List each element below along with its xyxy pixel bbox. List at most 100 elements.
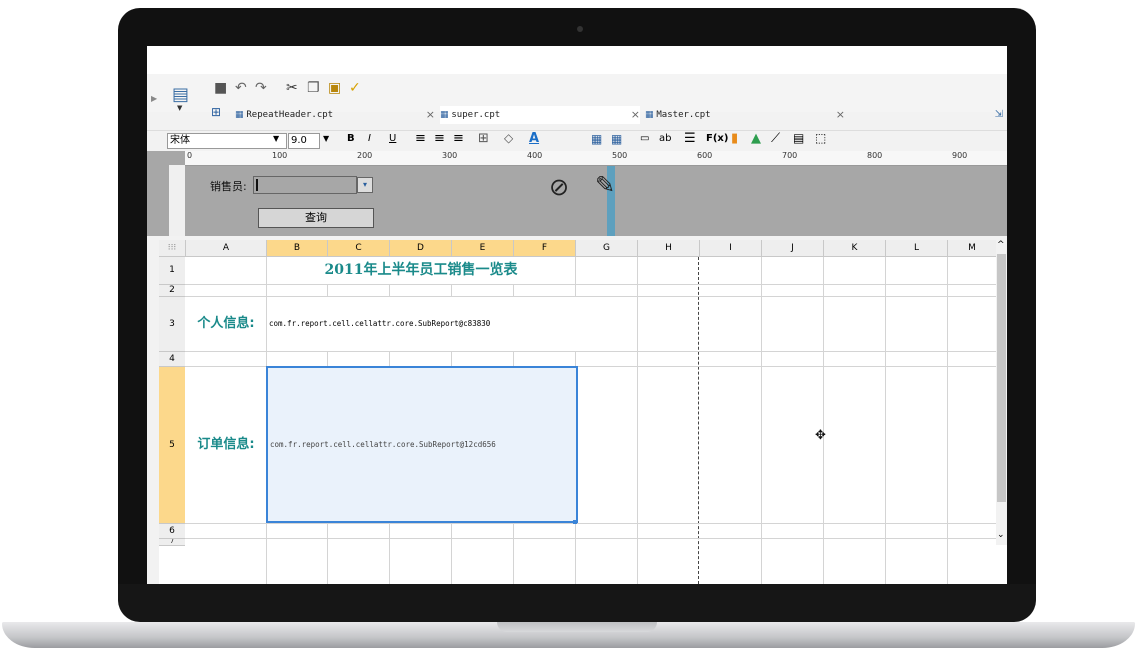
column-header-h[interactable]: H (638, 240, 700, 257)
format-toolbar: 宋体 ▼ 9.0 ▼ B I U ≡ ≡ ≡ ⊞ ◇ A ▦ ▦ ▭ ab ☰ … (147, 130, 1007, 152)
font-size-select[interactable]: 9.0 (288, 133, 320, 149)
italic-button[interactable]: I (368, 133, 371, 144)
screen: ▶ ▤ ▼ ■ ↶ ↷ ✂ ❐ ▣ ✓ ⊞ ▦ RepeatHeader.cpt… (147, 46, 1007, 584)
save-icon[interactable]: ■ (214, 80, 227, 96)
bold-button[interactable]: B (347, 133, 355, 144)
row-header-5[interactable]: 5 (159, 367, 185, 524)
grid-line (185, 351, 996, 352)
crosshair-cursor-icon: ✥ (815, 428, 826, 443)
insert-formula-icon[interactable]: F(x) (706, 133, 728, 144)
paste-icon[interactable]: ▣ (328, 80, 341, 96)
align-right-icon[interactable]: ≡ (453, 131, 464, 146)
insert-subreport-icon[interactable]: ▤ (793, 131, 804, 145)
column-header-k[interactable]: K (824, 240, 886, 257)
font-dropdown-icon[interactable]: ▼ (273, 134, 279, 143)
font-name-select[interactable]: 宋体 (167, 133, 287, 149)
ruler-mark: 800 (867, 151, 883, 160)
order-subreport-cell-selected[interactable]: com.fr.report.cell.cellattr.core.SubRepo… (266, 366, 578, 523)
size-dropdown-icon[interactable]: ▼ (323, 134, 329, 143)
column-header-f[interactable]: F (514, 240, 576, 257)
scroll-down-icon[interactable]: ⌄ (997, 530, 1005, 540)
merge-cells-icon[interactable]: ▦ (591, 132, 602, 146)
cut-icon[interactable]: ✂ (286, 80, 298, 96)
grid-line (885, 257, 886, 584)
row-header-3[interactable]: 3 (159, 297, 185, 352)
column-header-j[interactable]: J (762, 240, 824, 257)
close-tab-icon[interactable]: × (426, 106, 435, 124)
ruler-mark: 200 (357, 151, 373, 160)
preview-icon[interactable]: ▤ (172, 84, 189, 105)
column-header-m[interactable]: M (948, 240, 997, 257)
salesperson-input[interactable] (253, 176, 357, 194)
report-grid[interactable]: ⁝⁝⁝ A B C D E F G H I J K L M 1 2 3 4 5 … (159, 240, 1007, 584)
insert-slash-icon[interactable]: ⟋ (771, 131, 780, 146)
column-header-l[interactable]: L (886, 240, 948, 257)
column-header-c[interactable]: C (328, 240, 390, 257)
insert-richtext-icon[interactable]: ☰ (684, 131, 696, 146)
ruler-mark: 900 (952, 151, 968, 160)
tab-repeatheader[interactable]: ▦ RepeatHeader.cpt × (235, 106, 435, 124)
ruler-mark: 600 (697, 151, 713, 160)
report-file-icon: ▦ (645, 110, 654, 120)
border-icon[interactable]: ⊞ (478, 131, 489, 146)
align-left-icon[interactable]: ≡ (415, 131, 426, 146)
column-header-e[interactable]: E (452, 240, 514, 257)
salesperson-dropdown-button[interactable]: ▾ (357, 177, 373, 193)
grid-line (761, 257, 762, 584)
font-color-icon[interactable]: A (529, 131, 539, 146)
close-tab-icon[interactable]: × (631, 106, 640, 124)
designer-app: ▶ ▤ ▼ ■ ↶ ↷ ✂ ❐ ▣ ✓ ⊞ ▦ RepeatHeader.cpt… (147, 74, 1007, 584)
insert-other-icon[interactable]: ⬚ (815, 131, 826, 145)
align-center-icon[interactable]: ≡ (434, 131, 445, 146)
select-all-corner[interactable]: ⁝⁝⁝ (159, 240, 186, 257)
column-header-d[interactable]: D (390, 240, 452, 257)
insert-image-icon[interactable]: ▲ (751, 131, 761, 146)
undo-icon[interactable]: ↶ (235, 80, 247, 96)
insert-chart-icon[interactable]: ▮ (731, 131, 738, 146)
insert-text-icon[interactable]: ▭ (640, 133, 649, 144)
row-header-4[interactable]: 4 (159, 352, 185, 367)
row-header-2[interactable]: 2 (159, 285, 185, 297)
page-break-line (698, 257, 699, 584)
row-header-1[interactable]: 1 (159, 257, 185, 285)
hidden-eye-icon[interactable]: ⊘ (549, 173, 569, 201)
order-info-label[interactable]: 订单信息: (186, 367, 266, 523)
fill-color-icon[interactable]: ◇ (504, 131, 513, 145)
scroll-up-icon[interactable]: ^ (997, 240, 1005, 250)
report-title-cell[interactable]: 2011年上半年员工销售一览表 (267, 257, 575, 284)
grid-line (637, 257, 638, 584)
tab-master[interactable]: ▦ Master.cpt × (645, 106, 845, 124)
scrollbar-thumb[interactable] (997, 254, 1006, 502)
row-header-7[interactable]: 7 (159, 539, 185, 546)
column-header-a[interactable]: A (186, 240, 267, 257)
underline-button[interactable]: U (389, 133, 396, 144)
insert-formula-text-icon[interactable]: ab (659, 133, 671, 144)
edit-pencil-icon[interactable]: ✎ (595, 171, 615, 199)
camera-icon (577, 26, 583, 32)
close-tab-icon[interactable]: × (836, 106, 845, 124)
format-painter-icon[interactable]: ✓ (349, 80, 361, 96)
tab-super[interactable]: ▦ super.cpt × (440, 106, 640, 124)
column-header-g[interactable]: G (576, 240, 638, 257)
grid-line (185, 538, 996, 539)
cell-resize-handle[interactable] (573, 520, 577, 524)
column-header-b[interactable]: B (267, 240, 328, 257)
vertical-scrollbar[interactable]: ^ ⌄ (996, 240, 1007, 545)
unmerge-cells-icon[interactable]: ▦ (611, 132, 622, 146)
vertical-ruler (169, 165, 185, 236)
personal-info-label[interactable]: 个人信息: (186, 297, 266, 351)
salesperson-label: 销售员: (210, 180, 247, 193)
collapse-arrow-icon[interactable]: ▶ (151, 94, 157, 103)
column-header-i[interactable]: I (700, 240, 762, 257)
text-cursor (256, 179, 258, 191)
report-file-icon: ▦ (440, 110, 449, 120)
copy-icon[interactable]: ❐ (307, 80, 320, 96)
redo-icon[interactable]: ↷ (255, 80, 267, 96)
laptop-bezel (118, 584, 1036, 622)
query-button[interactable]: 查询 (258, 208, 374, 228)
row-header-6[interactable]: 6 (159, 524, 185, 539)
grid-line (185, 523, 996, 524)
tab-menu-icon[interactable]: ⇲ (995, 109, 1003, 120)
preview-dropdown-icon[interactable]: ▼ (177, 104, 182, 112)
personal-subreport-cell[interactable]: com.fr.report.cell.cellattr.core.SubRepo… (267, 297, 577, 351)
